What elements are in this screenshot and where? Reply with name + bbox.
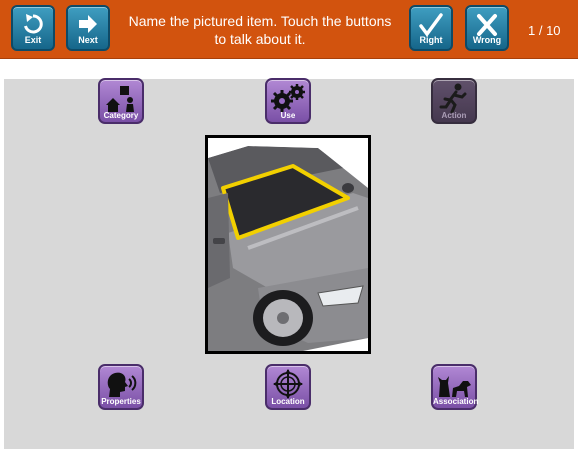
exit-button[interactable]: Exit xyxy=(11,5,55,51)
wrong-label: Wrong xyxy=(472,35,502,45)
use-button[interactable]: Use xyxy=(265,78,311,124)
top-toolbar: Exit Next Name the pictured item. Touch … xyxy=(0,0,578,59)
action-label: Action xyxy=(441,111,467,120)
properties-button[interactable]: Properties xyxy=(98,364,144,410)
right-label: Right xyxy=(419,35,443,45)
exit-label: Exit xyxy=(24,35,42,45)
checkmark-icon xyxy=(419,13,443,37)
gears-icon xyxy=(271,84,305,112)
progress-counter: 1 / 10 xyxy=(528,23,561,38)
runner-icon xyxy=(439,83,467,113)
compass-icon xyxy=(273,369,303,399)
wrong-button[interactable]: Wrong xyxy=(465,5,509,51)
next-button[interactable]: Next xyxy=(66,5,110,51)
right-button[interactable]: Right xyxy=(409,5,453,51)
car-windshield-illustration xyxy=(208,138,368,351)
speaking-head-icon xyxy=(107,372,137,397)
prompt-text: Name the pictured item. Touch the button… xyxy=(128,13,392,47)
category-label: Category xyxy=(103,111,139,120)
x-mark-icon xyxy=(477,14,497,36)
action-button[interactable]: Action xyxy=(431,78,477,124)
association-button[interactable]: Association xyxy=(431,364,479,410)
right-arrow-icon xyxy=(79,15,97,33)
location-label: Location xyxy=(271,397,305,406)
category-button[interactable]: Category xyxy=(98,78,144,124)
properties-label: Properties xyxy=(101,397,141,406)
undo-arrow-icon xyxy=(24,14,43,34)
category-icon xyxy=(106,86,134,112)
association-label: Association xyxy=(433,397,479,406)
use-label: Use xyxy=(280,111,296,120)
pictured-item-image xyxy=(205,135,371,354)
cat-dog-icon xyxy=(438,376,471,397)
spacer-strip xyxy=(0,59,578,79)
location-button[interactable]: Location xyxy=(265,364,311,410)
next-label: Next xyxy=(78,35,98,45)
